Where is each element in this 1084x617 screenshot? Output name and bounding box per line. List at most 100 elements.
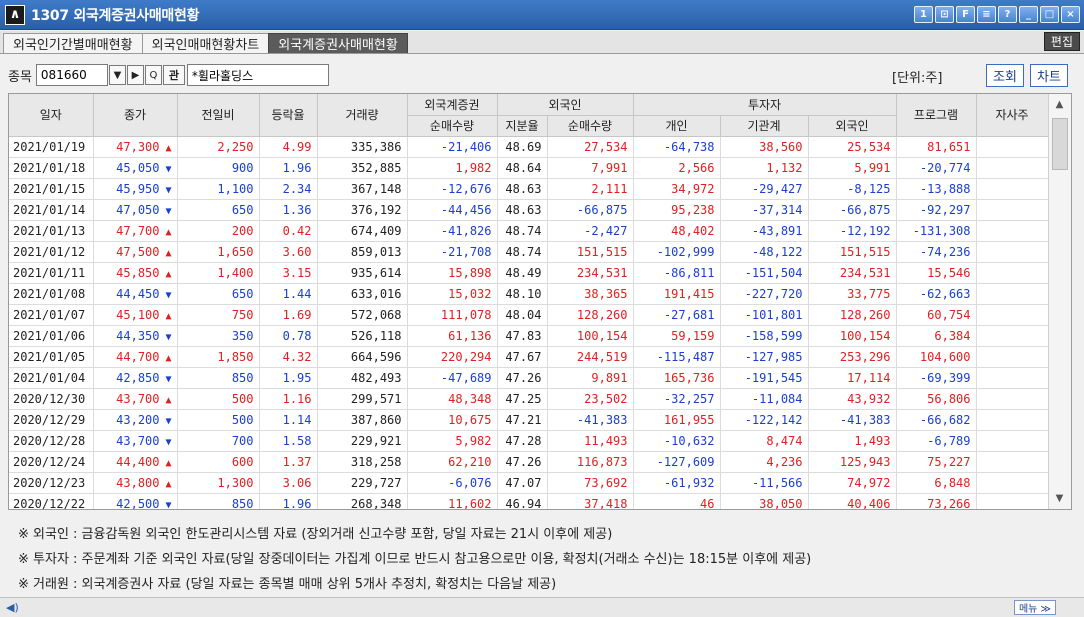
- col-foreigner-net[interactable]: 순매수량: [547, 115, 634, 137]
- table-row[interactable]: 2021/01/14 47,050 ▼ 650 1.36 376,192 -44,456 48…: [9, 199, 1049, 221]
- col-program[interactable]: 프로그램: [896, 94, 977, 137]
- stock-name-field[interactable]: [186, 64, 329, 86]
- cell-value: 73,692: [584, 475, 628, 490]
- col-investor-foreigner[interactable]: 외국인: [808, 115, 897, 137]
- cell-value: 48.69: [505, 139, 542, 154]
- title-button-icon[interactable]: _: [1019, 6, 1038, 23]
- table-cell: 75,227: [896, 451, 977, 473]
- table-row[interactable]: 2020/12/24 44,400 ▲ 600 1.37 318,258 62,210 47.…: [9, 451, 1049, 473]
- table-row[interactable]: 2021/01/04 42,850 ▼ 850 1.95 482,493 -47,689 47…: [9, 367, 1049, 389]
- col-change[interactable]: 전일비: [177, 94, 260, 137]
- table-row[interactable]: 2021/01/05 44,700 ▲ 1,850 4.32 664,596 220,294…: [9, 346, 1049, 368]
- table-cell: 15,546: [896, 262, 977, 284]
- chart-button[interactable]: 차트: [1030, 64, 1068, 87]
- edit-button[interactable]: 편집: [1043, 32, 1080, 51]
- table-row[interactable]: 2020/12/28 43,700 ▼ 700 1.58 229,921 5,982 47.2…: [9, 430, 1049, 452]
- title-button-icon[interactable]: ⊡: [935, 6, 954, 23]
- table-cell: -21,406: [407, 136, 498, 158]
- table-cell: 299,571: [317, 388, 408, 410]
- table-cell: 335,386: [317, 136, 408, 158]
- table-row[interactable]: 2021/01/15 45,950 ▼ 1,100 2.34 367,148 -12,676…: [9, 178, 1049, 200]
- table-cell: 46: [633, 493, 721, 509]
- search-row: 종목 ▼ ▶ Q 관 [단위:주] 조회 차트: [0, 60, 1084, 90]
- title-button-icon[interactable]: □: [1040, 6, 1059, 23]
- up-arrow-icon: ▲: [165, 352, 172, 364]
- table-cell: [976, 136, 1049, 158]
- col-foreign-broker-net[interactable]: 순매수량: [407, 115, 498, 137]
- col-date[interactable]: 일자: [9, 94, 94, 137]
- table-row[interactable]: 2021/01/06 44,350 ▼ 350 0.78 526,118 61,136 47.…: [9, 325, 1049, 347]
- table-cell: 2021/01/07: [9, 304, 94, 326]
- cell-value: 268,348: [350, 496, 402, 510]
- cell-value: -12,192: [839, 223, 891, 238]
- query-button[interactable]: 조회: [986, 64, 1024, 87]
- table-cell: 1,493: [808, 430, 897, 452]
- next-stock-icon[interactable]: ▶: [126, 65, 144, 85]
- table-row[interactable]: 2020/12/23 43,800 ▲ 1,300 3.06 229,727 -6,076 4…: [9, 472, 1049, 494]
- cell-value: 37,418: [584, 496, 628, 510]
- table-row[interactable]: 2021/01/11 45,850 ▲ 1,400 3.15 935,614 15,898 4…: [9, 262, 1049, 284]
- table-row[interactable]: 2020/12/30 43,700 ▲ 500 1.16 299,571 48,348 47.…: [9, 388, 1049, 410]
- table-cell: 43,200 ▼: [93, 409, 178, 431]
- cell-value: 253,296: [839, 349, 891, 364]
- table-cell: 234,531: [808, 262, 897, 284]
- table-cell: 4,236: [720, 451, 809, 473]
- col-volume[interactable]: 거래량: [317, 94, 408, 137]
- col-rate[interactable]: 등락율: [259, 94, 318, 137]
- table-cell: 165,736: [633, 367, 721, 389]
- table-cell: 56,806: [896, 388, 977, 410]
- speaker-icon[interactable]: ◀): [6, 601, 19, 614]
- status-bar: ◀) 메뉴 ≫: [0, 597, 1084, 617]
- col-self[interactable]: 자사주: [976, 94, 1049, 137]
- table-cell: 2020/12/22: [9, 493, 94, 510]
- table-row[interactable]: 2021/01/18 45,050 ▼ 900 1.96 352,885 1,982 48.6…: [9, 157, 1049, 179]
- related-stock-icon[interactable]: 관: [162, 65, 185, 85]
- col-individual[interactable]: 개인: [633, 115, 721, 137]
- table-row[interactable]: 2021/01/13 47,700 ▲ 200 0.42 674,409 -41,826 48…: [9, 220, 1049, 242]
- cell-value: 11,602: [448, 496, 492, 510]
- col-institution[interactable]: 기관계: [720, 115, 809, 137]
- title-button-icon[interactable]: F: [956, 6, 975, 23]
- table-cell: -2,427: [547, 220, 634, 242]
- stock-code-input[interactable]: [35, 64, 108, 86]
- title-button-icon[interactable]: ≡: [977, 6, 996, 23]
- table-cell: 2,250: [177, 136, 260, 158]
- title-button-icon[interactable]: ?: [998, 6, 1017, 23]
- table-cell: 47.25: [497, 388, 548, 410]
- table-cell: 2020/12/24: [9, 451, 94, 473]
- table-row[interactable]: 2021/01/07 45,100 ▲ 750 1.69 572,068 111,078 48…: [9, 304, 1049, 326]
- table-row[interactable]: 2021/01/19 47,300 ▲ 2,250 4.99 335,386 -21,406…: [9, 136, 1049, 158]
- table-row[interactable]: 2020/12/29 43,200 ▼ 500 1.14 387,860 10,675 47.…: [9, 409, 1049, 431]
- table-cell: 48,348: [407, 388, 498, 410]
- cell-value: 1,300: [217, 475, 254, 490]
- cell-value: 43,200: [116, 412, 160, 427]
- title-button-icon[interactable]: ×: [1061, 6, 1080, 23]
- table-row[interactable]: 2021/01/12 47,500 ▲ 1,650 3.60 859,013 -21,708…: [9, 241, 1049, 263]
- vertical-scrollbar[interactable]: ▲ ▼: [1048, 94, 1071, 509]
- cell-value: 47.21: [505, 412, 542, 427]
- cell-value: 75,227: [927, 454, 971, 469]
- note-line: ※ 투자자 : 주문계좌 기준 외국인 자료(당일 장중데이터는 가집계 이므로…: [18, 552, 812, 567]
- tab-item[interactable]: 외국계증권사매매현황: [268, 33, 408, 53]
- tab-item[interactable]: 외국인기간별매매현황: [3, 33, 143, 53]
- scroll-up-icon[interactable]: ▲: [1049, 94, 1070, 115]
- table-cell: -66,682: [896, 409, 977, 431]
- menu-button[interactable]: 메뉴 ≫: [1013, 600, 1056, 615]
- dropdown-icon[interactable]: ▼: [108, 65, 126, 85]
- scroll-thumb[interactable]: [1052, 118, 1068, 170]
- col-close[interactable]: 종가: [93, 94, 178, 137]
- cell-value: 2020/12/22: [13, 496, 86, 510]
- search-icon[interactable]: Q: [144, 65, 162, 85]
- table-cell: 526,118: [317, 325, 408, 347]
- table-row[interactable]: 2020/12/22 42,500 ▼ 850 1.96 268,348 11,602 46.…: [9, 493, 1049, 510]
- title-button-icon[interactable]: 1: [914, 6, 933, 23]
- scroll-down-icon[interactable]: ▼: [1049, 488, 1070, 509]
- col-holding[interactable]: 지분율: [497, 115, 548, 137]
- table-cell: -20,774: [896, 157, 977, 179]
- table-cell: -21,708: [407, 241, 498, 263]
- table-cell: 2021/01/15: [9, 178, 94, 200]
- cell-value: 27,534: [584, 139, 628, 154]
- table-row[interactable]: 2021/01/08 44,450 ▼ 650 1.44 633,016 15,032 48.…: [9, 283, 1049, 305]
- cell-value: -41,383: [576, 412, 628, 427]
- tab-item[interactable]: 외국인매매현황차트: [141, 33, 270, 53]
